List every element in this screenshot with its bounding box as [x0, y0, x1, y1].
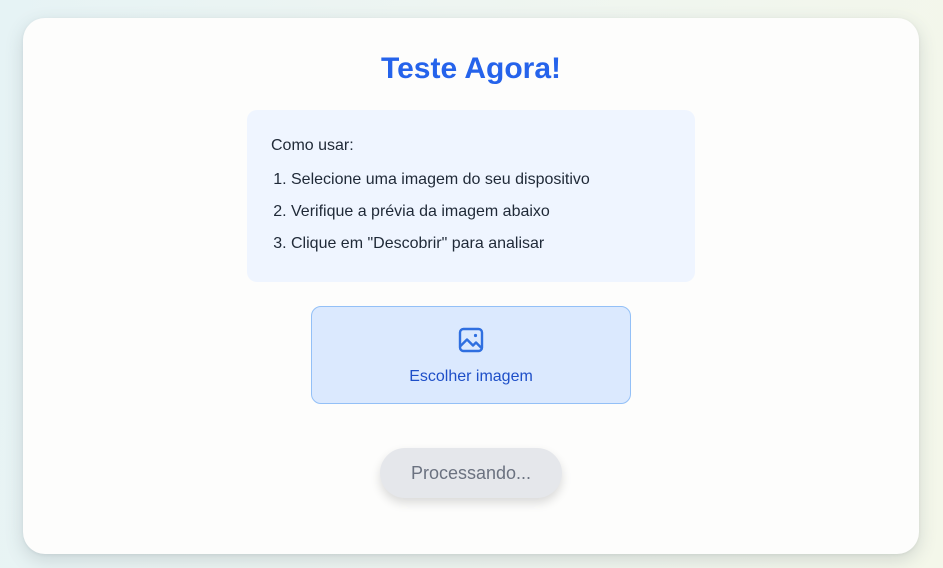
instructions-box: Como usar: Selecione uma imagem do seu d… — [247, 110, 695, 282]
instruction-step: Selecione uma imagem do seu dispositivo — [291, 170, 671, 190]
instructions-list: Selecione uma imagem do seu dispositivo … — [271, 170, 671, 254]
instructions-heading: Como usar: — [271, 137, 354, 154]
choose-image-label: Escolher imagem — [409, 368, 533, 385]
instruction-step: Verifique a prévia da imagem abaixo — [291, 202, 671, 222]
page-title: Teste Agora! — [380, 52, 562, 85]
image-icon — [458, 327, 484, 353]
main-card: Teste Agora! Como usar: Selecione uma im… — [23, 18, 919, 554]
processing-button[interactable]: Processando... — [380, 448, 562, 498]
choose-image-button[interactable]: Escolher imagem — [311, 306, 631, 404]
instruction-step: Clique em "Descobrir" para analisar — [291, 234, 671, 254]
